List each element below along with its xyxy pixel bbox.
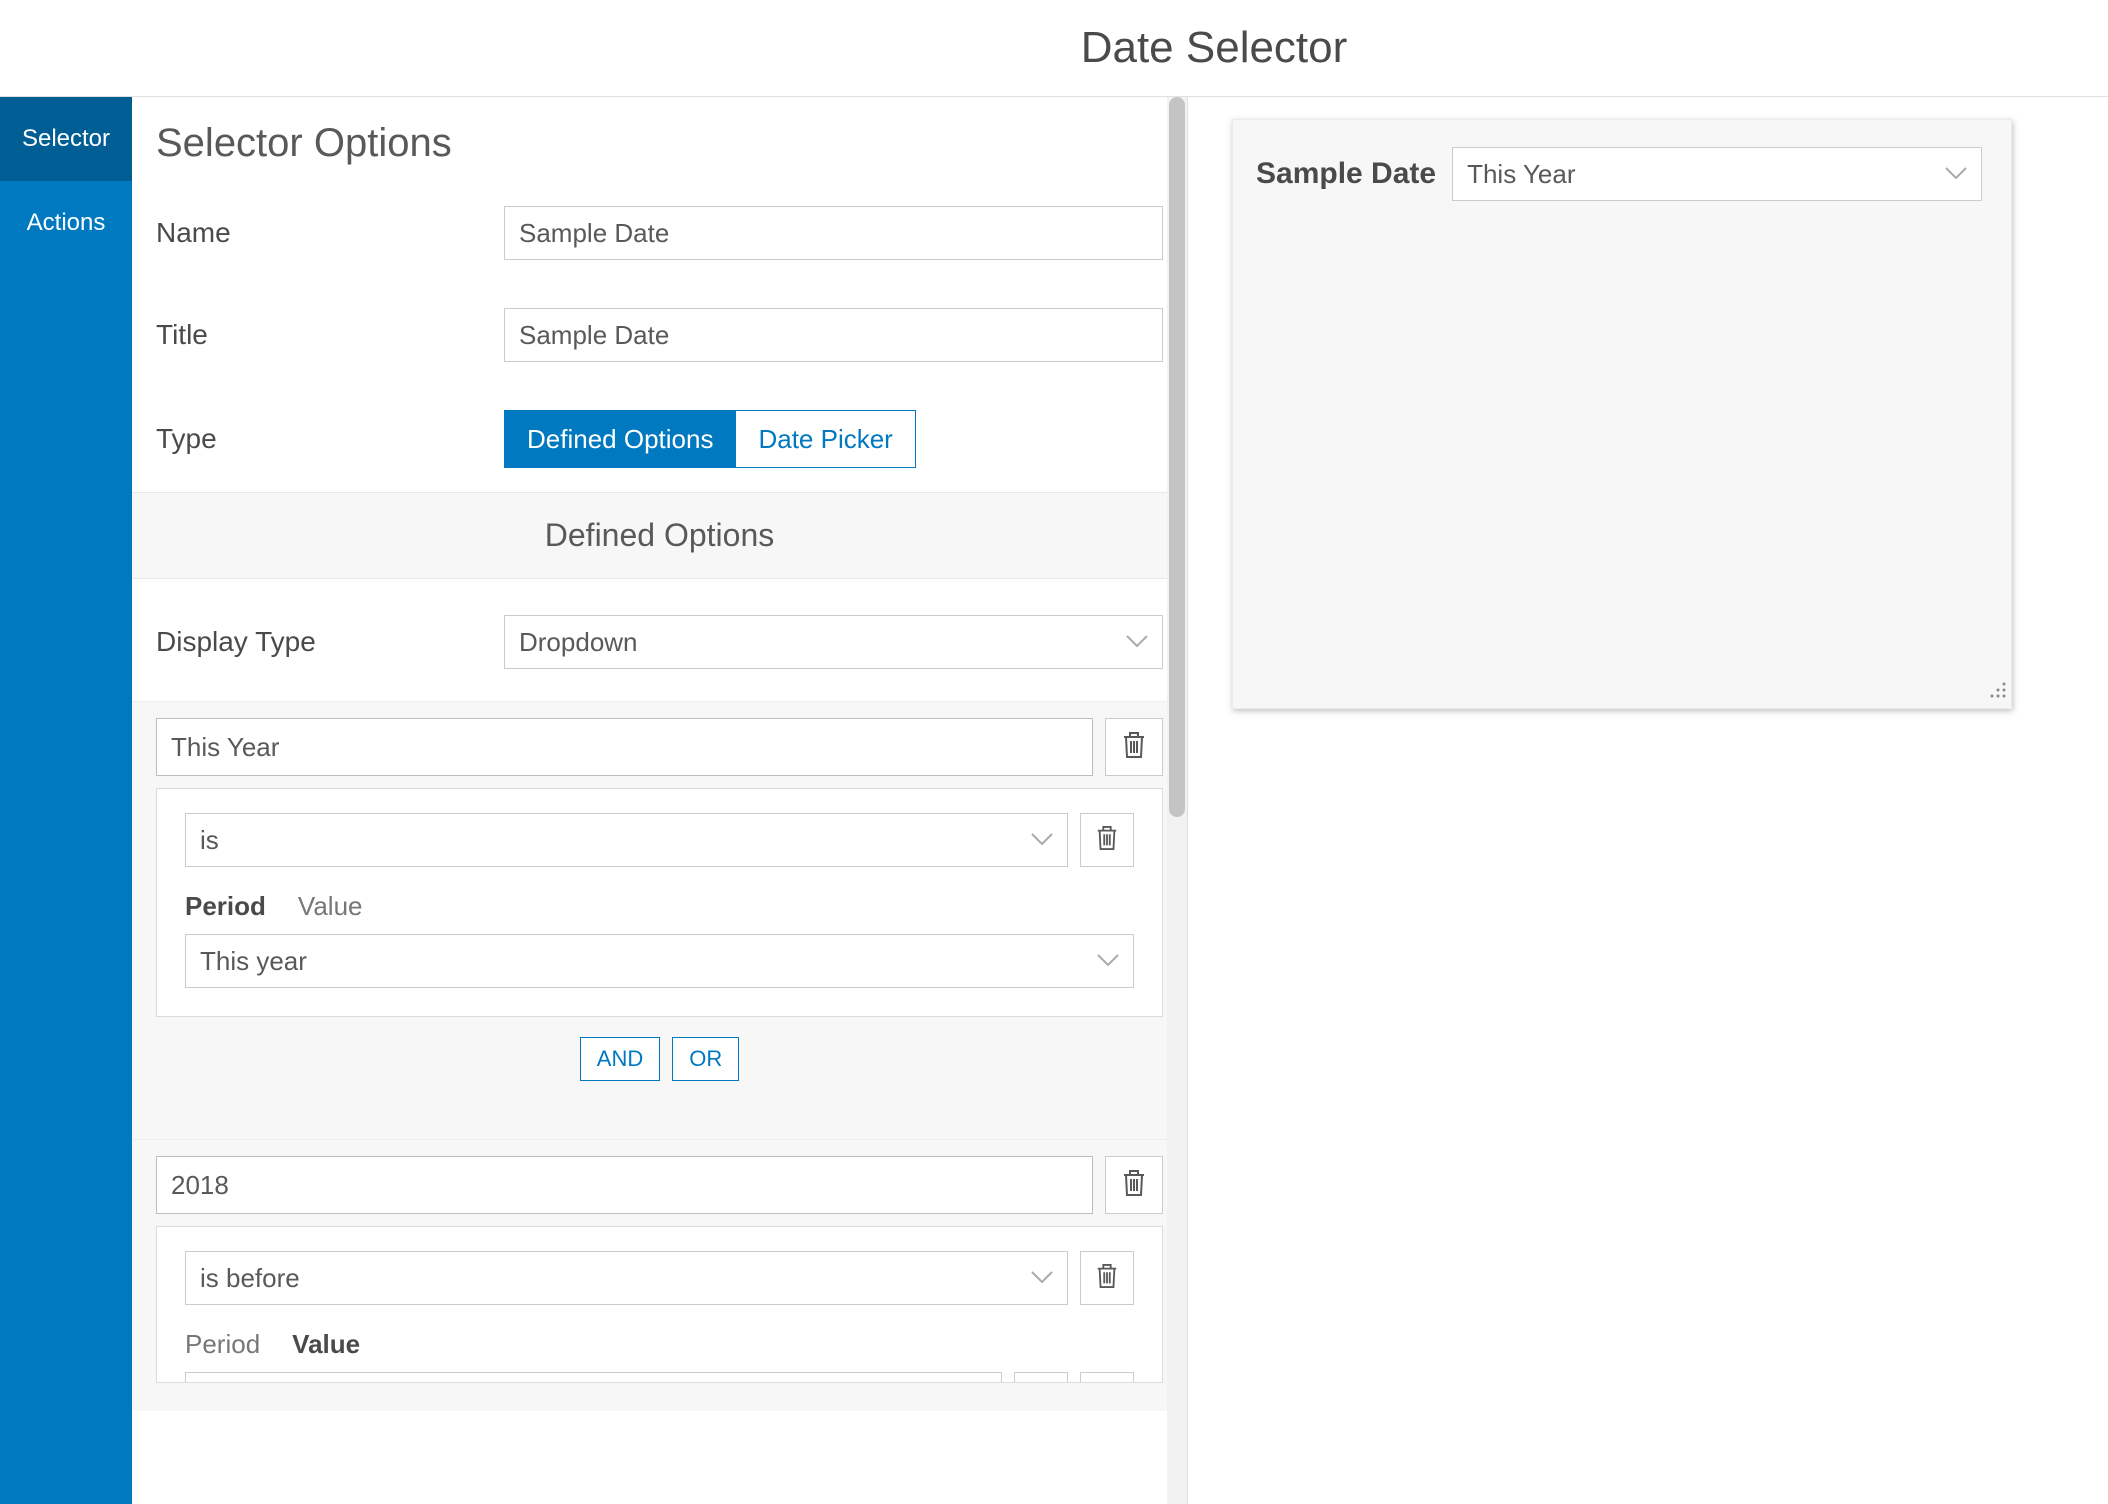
subsection-header: Defined Options — [132, 492, 1187, 579]
chevron-down-icon — [1945, 167, 1967, 181]
sidebar-tab-label: Selector — [22, 125, 110, 153]
section-title: Selector Options — [156, 121, 1163, 166]
sidebar-tab-label: Actions — [27, 209, 106, 237]
type-label: Type — [156, 423, 504, 455]
type-toggle-defined[interactable]: Defined Options — [504, 410, 736, 468]
page-header: Date Selector — [0, 0, 2108, 96]
editor-panel: Selector Options Name Title Type Defined… — [132, 97, 1188, 1504]
sidebar-tab-actions[interactable]: Actions — [0, 181, 132, 265]
date-value-input[interactable] — [185, 1372, 1002, 1382]
mode-tab-period[interactable]: Period — [185, 1329, 260, 1360]
operator-select[interactable]: is — [185, 813, 1068, 867]
chevron-down-icon — [1031, 833, 1053, 847]
resize-grip-icon[interactable] — [1988, 680, 2008, 705]
and-button[interactable]: AND — [580, 1037, 660, 1081]
mode-tab-value[interactable]: Value — [292, 1329, 360, 1360]
or-button[interactable]: OR — [672, 1037, 739, 1081]
name-input[interactable] — [504, 206, 1163, 260]
display-type-label: Display Type — [156, 626, 504, 658]
title-label: Title — [156, 319, 504, 351]
trash-icon — [1121, 730, 1147, 765]
chevron-down-icon — [1031, 1271, 1053, 1285]
delete-option-button[interactable] — [1105, 718, 1163, 776]
operator-select[interactable]: is before — [185, 1251, 1068, 1305]
delete-condition-button[interactable] — [1080, 1251, 1134, 1305]
trash-icon — [1121, 1168, 1147, 1203]
preview-field-label: Sample Date — [1256, 157, 1436, 191]
preview-select[interactable]: This Year — [1452, 147, 1982, 201]
chevron-down-icon — [1097, 954, 1119, 968]
chevron-down-icon — [1126, 635, 1148, 649]
option-name-input[interactable] — [156, 718, 1093, 776]
title-input[interactable] — [504, 308, 1163, 362]
mode-tab-period[interactable]: Period — [185, 891, 266, 922]
option-card: is — [156, 718, 1163, 1081]
trash-icon — [1095, 1262, 1119, 1295]
sidebar: Selector Actions — [0, 97, 132, 1504]
delete-option-button[interactable] — [1105, 1156, 1163, 1214]
trash-icon — [1095, 824, 1119, 857]
clock-button[interactable] — [1080, 1372, 1134, 1382]
period-select[interactable]: This year — [185, 934, 1134, 988]
calendar-button[interactable] — [1014, 1372, 1068, 1382]
option-name-input[interactable] — [156, 1156, 1093, 1214]
display-type-select[interactable]: Dropdown — [504, 615, 1163, 669]
sidebar-tab-selector[interactable]: Selector — [0, 97, 132, 181]
name-label: Name — [156, 217, 504, 249]
mode-tab-value[interactable]: Value — [298, 891, 363, 922]
option-card: is before — [156, 1156, 1163, 1383]
scrollbar-track[interactable] — [1167, 97, 1187, 1504]
page-title: Date Selector — [1081, 23, 1348, 73]
preview-pane: Sample Date This Year — [1188, 97, 2108, 1504]
scrollbar-thumb[interactable] — [1169, 97, 1185, 817]
preview-panel: Sample Date This Year — [1232, 119, 2012, 709]
delete-condition-button[interactable] — [1080, 813, 1134, 867]
type-toggle-picker[interactable]: Date Picker — [736, 410, 915, 468]
